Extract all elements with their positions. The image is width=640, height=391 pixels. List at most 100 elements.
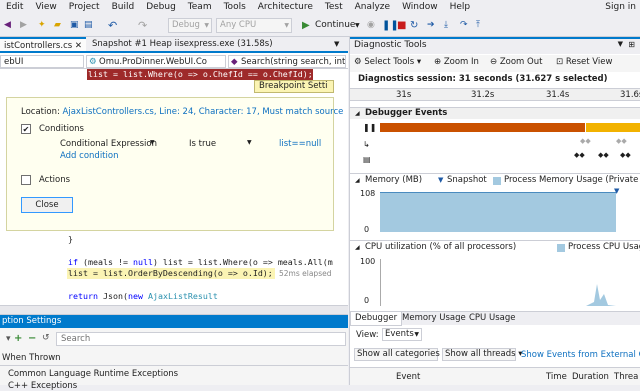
restore-icon[interactable]: ↺ xyxy=(42,333,50,343)
menu-team[interactable]: Team xyxy=(182,0,218,15)
list-item[interactable]: C++ Exceptions xyxy=(8,381,77,391)
condition-value-input[interactable]: list==null xyxy=(279,139,321,149)
tick-label: 31.4s xyxy=(546,90,570,100)
menu-help[interactable]: Help xyxy=(444,0,477,15)
zoom-in-button[interactable]: ⊕ Zoom In xyxy=(434,57,479,67)
menu-view[interactable]: View xyxy=(29,0,62,15)
sign-in-link[interactable]: Sign in xyxy=(605,0,636,15)
menu-project[interactable]: Project xyxy=(63,0,106,15)
menu-edit[interactable]: Edit xyxy=(0,0,29,15)
threads-filter-dropdown[interactable]: Show all threads ▾ xyxy=(442,348,523,361)
cpu-usage-spike xyxy=(586,284,616,306)
column-header-time[interactable]: Time xyxy=(546,372,567,382)
step-into-icon[interactable]: ⤓ xyxy=(444,18,448,33)
column-header-thread[interactable]: Threa xyxy=(614,372,638,382)
column-header-duration[interactable]: Duration xyxy=(572,372,609,382)
categories-filter-dropdown[interactable]: Show all categories ▾ xyxy=(354,348,447,361)
code-line-breakpoint: list = list.Where(o => o.ChefId == o.Che… xyxy=(88,69,313,79)
condition-type-dropdown[interactable]: Conditional Expression ▼ xyxy=(60,139,157,149)
memory-usage-area xyxy=(380,192,616,232)
member-dropdown[interactable]: ◆ Search(string search, int? xyxy=(228,55,346,68)
menu-test[interactable]: Test xyxy=(319,0,349,15)
cpu-legend: Process CPU Usag xyxy=(568,242,640,252)
continue-button[interactable]: Continue xyxy=(315,18,355,33)
continue-dropdown-icon[interactable]: ▼ xyxy=(355,18,360,33)
cpu-header[interactable]: ◢ CPU utilization (% of all processors) P… xyxy=(350,240,640,254)
platform-dropdown[interactable]: Any CPU ▼ xyxy=(216,18,292,33)
undo-icon[interactable]: ↶ xyxy=(108,18,117,33)
list-item[interactable]: Common Language Runtime Exceptions xyxy=(8,369,178,379)
tab-cpu-usage[interactable]: CPU Usage xyxy=(469,312,515,325)
event-marker: ◆◆ xyxy=(574,151,585,159)
back-icon[interactable]: ◀ xyxy=(4,18,11,33)
column-header-event[interactable]: Event xyxy=(396,372,420,382)
show-next-statement-icon[interactable]: ➔ xyxy=(427,18,435,33)
tab-debugger[interactable]: Debugger xyxy=(350,312,403,326)
divider xyxy=(0,365,348,366)
step-out-icon[interactable]: ⤒ xyxy=(476,18,480,33)
menu-architecture[interactable]: Architecture xyxy=(252,0,319,15)
chevron-down-icon: ▼ xyxy=(247,139,252,146)
project-dropdown[interactable]: ebUI xyxy=(0,55,84,68)
tab-overflow-icon[interactable]: ▼ xyxy=(334,37,339,51)
zoom-out-button[interactable]: ⊖ Zoom Out xyxy=(490,57,542,67)
collapse-icon: ◢ xyxy=(355,110,360,117)
snapshot-marker-icon: ▼ xyxy=(438,176,444,184)
dropdown-icon[interactable]: ▼ xyxy=(618,40,623,48)
snapshot-legend: Snapshot xyxy=(447,175,487,185)
location-link[interactable]: AjaxListControllers.cs, Line: 24, Charac… xyxy=(63,107,344,117)
search-input[interactable]: Search xyxy=(56,332,346,346)
debugger-events-track[interactable]: ❚❚ ↳ ▤ ◆◆ ◆◆ ◆◆ ◆◆ ◆◆ xyxy=(350,119,640,169)
close-button[interactable]: Close xyxy=(21,197,73,213)
reset-view-button[interactable]: ⊡ Reset View xyxy=(556,57,612,67)
stop-icon[interactable]: ■ xyxy=(397,18,406,33)
panel-title: ption Settings xyxy=(0,315,348,328)
add-icon[interactable]: + xyxy=(14,333,22,344)
select-tools-button[interactable]: ⚙ Select Tools ▾ xyxy=(354,57,421,67)
code-editor[interactable]: list = list.Where(o => o.ChefId == o.Che… xyxy=(0,69,348,314)
target-icon[interactable]: ◉ xyxy=(367,18,375,33)
save-all-icon[interactable]: ▤ xyxy=(84,18,93,33)
open-file-icon[interactable]: ▰ xyxy=(54,18,61,33)
save-icon[interactable]: ▣ xyxy=(70,18,79,33)
reset-view-icon: ⊡ xyxy=(556,57,564,67)
tab-memory-usage[interactable]: Memory Usage xyxy=(402,312,466,325)
tab-heap-snapshot[interactable]: Snapshot #1 Heap iisexpress.exe (31.58s) xyxy=(88,37,277,51)
conditions-checkbox[interactable]: ✔ xyxy=(21,124,31,134)
horizontal-scrollbar[interactable] xyxy=(0,305,348,314)
cpu-chart[interactable]: 100 0 xyxy=(350,254,640,311)
class-icon: ⚙ xyxy=(89,57,97,67)
configuration-dropdown[interactable]: Debug ▼ xyxy=(168,18,212,33)
type-dropdown[interactable]: ⚙ Omu.ProDinner.WebUI.Co xyxy=(86,55,226,68)
play-icon[interactable]: ▶ xyxy=(302,18,310,33)
memory-chart[interactable]: 108 0 ▼ xyxy=(350,187,640,237)
close-icon[interactable]: ✕ xyxy=(75,41,82,51)
remove-icon[interactable]: − xyxy=(28,333,36,344)
y-axis-line xyxy=(380,259,381,306)
debugger-events-header[interactable]: ◢ Debugger Events xyxy=(350,107,640,119)
menu-tools[interactable]: Tools xyxy=(218,0,252,15)
condition-operator-dropdown[interactable]: Is true ▼ xyxy=(189,139,252,149)
step-over-icon[interactable]: ↷ xyxy=(460,18,468,33)
menu-window[interactable]: Window xyxy=(396,0,444,15)
menu-build[interactable]: Build xyxy=(106,0,141,15)
expand-icon[interactable]: ▾ xyxy=(6,334,11,344)
memory-header[interactable]: ◢ Memory (MB) ▼ Snapshot Process Memory U… xyxy=(350,173,640,187)
add-condition-link[interactable]: Add condition xyxy=(60,151,118,161)
redo-icon[interactable]: ↷ xyxy=(138,18,147,33)
timeline-ruler[interactable]: 31s 31.2s 31.4s 31.6s xyxy=(350,88,640,101)
forward-icon[interactable]: ▶ xyxy=(20,18,27,33)
view-dropdown[interactable]: Events ▼ xyxy=(382,328,422,341)
menu-debug[interactable]: Debug xyxy=(140,0,182,15)
pin-icon[interactable]: ⊞ xyxy=(628,40,635,49)
new-project-icon[interactable]: ✦ xyxy=(38,18,46,33)
tab-ajax-list-controllers[interactable]: istControllers.cs ✕ xyxy=(0,37,86,51)
view-label: View: xyxy=(356,330,379,340)
menu-analyze[interactable]: Analyze xyxy=(349,0,396,15)
restart-icon[interactable]: ↻ xyxy=(410,18,418,33)
actions-checkbox[interactable] xyxy=(21,175,31,185)
diagnostic-toolbar: ⚙ Select Tools ▾ ⊕ Zoom In ⊖ Zoom Out ⊡ … xyxy=(350,55,640,72)
breakpoint-settings-panel: Location: AjaxListControllers.cs, Line: … xyxy=(6,97,343,231)
external-code-link[interactable]: Show Events from External Code xyxy=(521,350,640,360)
snapshot-marker-icon: ▼ xyxy=(614,187,620,195)
